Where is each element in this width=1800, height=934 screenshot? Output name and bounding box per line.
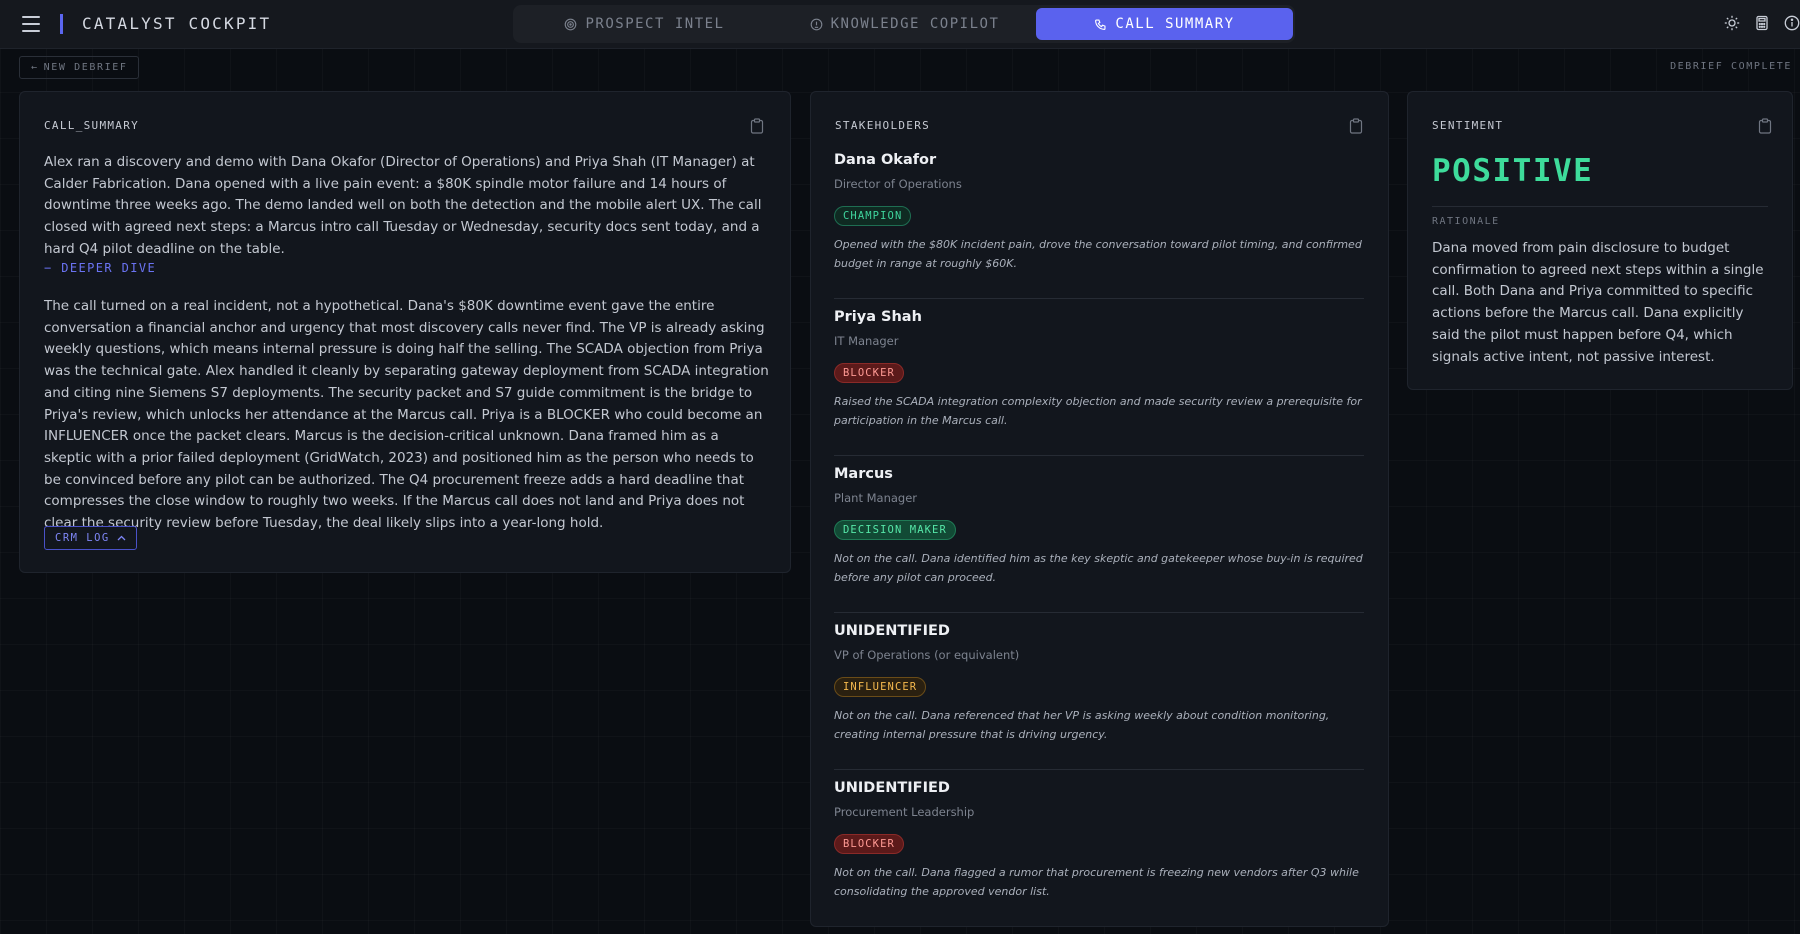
phone-icon [1095,18,1106,30]
sentiment-panel: SENTIMENT POSITIVE RATIONALE Dana moved … [1407,91,1793,390]
stakeholder-role: Plant Manager [834,491,918,505]
minus-icon: − [44,261,53,275]
sun-icon[interactable] [1724,15,1740,31]
stakeholder-note: Opened with the $80K incident pain, drov… [834,238,1362,270]
role-badge: BLOCKER [834,834,904,854]
stakeholder-card: Priya Shah IT Manager BLOCKER Raised the… [834,309,1364,430]
target-icon [565,18,577,30]
stakeholder-note: Not on the call. Dana flagged a rumor th… [834,866,1359,898]
clipboard-icon[interactable] [750,118,764,134]
panel-title: SENTIMENT [1432,119,1504,132]
rationale-label: RATIONALE [1432,216,1500,227]
stakeholder-name: UNIDENTIFIED [834,623,950,639]
stakeholder-role: IT Manager [834,334,899,348]
stakeholders-panel: STAKEHOLDERS Dana Okafor Director of Ope… [810,91,1389,927]
calculator-icon[interactable] [1754,15,1770,31]
sentiment-value: POSITIVE [1432,153,1594,189]
tab-call-summary[interactable]: CALL SUMMARY [1036,8,1293,40]
divider [1432,206,1768,207]
stakeholder-role: Director of Operations [834,177,962,191]
call-summary-panel: CALL_SUMMARY Alex ran a discovery and de… [19,91,791,573]
rationale-text: Dana moved from pain disclosure to budge… [1432,240,1764,365]
lightbulb-icon [810,18,822,30]
clipboard-icon[interactable] [1758,118,1772,134]
tab-label: KNOWLEDGE COPILOT [830,16,1000,32]
divider [834,298,1364,299]
deeper-dive-label: DEEPER DIVE [61,261,157,275]
stakeholder-card: UNIDENTIFIED Procurement Leadership BLOC… [834,780,1364,901]
new-debrief-label: NEW DEBRIEF [43,62,128,73]
deeper-dive-text: The call turned on a real incident, not … [44,298,769,532]
brand-accent-bar [60,14,63,34]
stakeholder-note: Not on the call. Dana referenced that he… [834,709,1330,741]
stakeholder-role: Procurement Leadership [834,805,975,819]
role-badge: BLOCKER [834,363,904,383]
hamburger-menu-icon[interactable] [22,16,40,32]
role-badge: DECISION MAKER [834,520,956,540]
role-badge: INFLUENCER [834,677,927,697]
app-title: CATALYST COCKPIT [82,14,272,33]
divider [834,455,1364,456]
new-debrief-button[interactable]: ← NEW DEBRIEF [19,56,140,79]
tab-label: PROSPECT INTEL [585,16,725,32]
summary-text: Alex ran a discovery and demo with Dana … [44,154,762,257]
tab-label: CALL SUMMARY [1115,16,1235,32]
tab-knowledge-copilot[interactable]: KNOWLEDGE COPILOT [776,8,1033,40]
stakeholder-card: UNIDENTIFIED VP of Operations (or equiva… [834,623,1364,744]
panel-title: STAKEHOLDERS [835,119,931,132]
arrow-left-icon: ← [31,62,39,73]
stakeholder-role: VP of Operations (or equivalent) [834,648,1020,662]
tab-prospect-intel[interactable]: PROSPECT INTEL [516,8,773,40]
divider [834,612,1364,613]
stakeholder-name: Priya Shah [834,309,922,325]
chevron-up-icon [117,535,126,541]
header-icons [1724,15,1800,31]
info-icon[interactable] [1784,15,1800,31]
stakeholder-card: Dana Okafor Director of Operations CHAMP… [834,152,1364,273]
deeper-dive-toggle[interactable]: − DEEPER DIVE [44,261,156,275]
stakeholder-card: Marcus Plant Manager DECISION MAKER Not … [834,466,1364,587]
crm-log-button[interactable]: CRM LOG [44,526,137,550]
panel-title: CALL_SUMMARY [44,119,140,132]
role-badge: CHAMPION [834,206,912,226]
crm-log-label: CRM LOG [55,532,110,544]
stakeholder-note: Not on the call. Dana identified him as … [834,552,1363,584]
clipboard-icon[interactable] [1349,118,1363,134]
stakeholder-note: Raised the SCADA integration complexity … [834,395,1362,427]
stakeholder-name: UNIDENTIFIED [834,780,950,796]
debrief-status: DEBRIEF COMPLETE [1670,61,1792,72]
stakeholder-name: Marcus [834,466,893,482]
divider [834,769,1364,770]
tab-bar: PROSPECT INTEL KNOWLEDGE COPILOT CALL SU… [513,5,1295,43]
stakeholder-name: Dana Okafor [834,152,937,168]
top-bar: CATALYST COCKPIT PROSPECT INTEL KNOWLEDG… [0,0,1800,49]
